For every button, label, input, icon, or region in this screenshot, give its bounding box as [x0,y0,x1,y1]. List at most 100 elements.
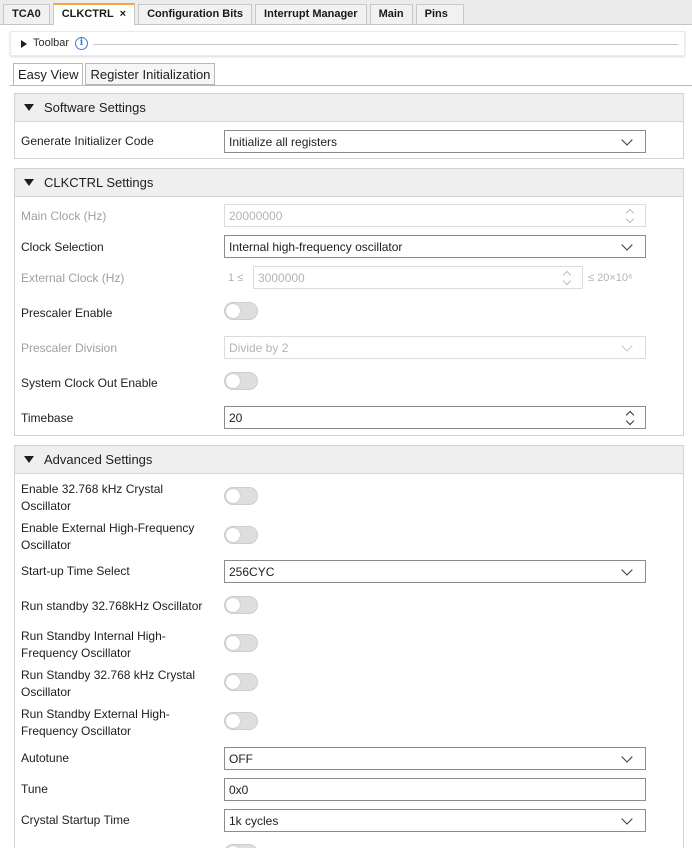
run-standby-int-hf-label: Run Standby Internal High-Frequency Osci… [21,629,166,660]
tune-label: Tune [21,782,48,796]
tab-label: Main [378,8,404,20]
chevron-down-icon [621,751,633,763]
tune-input[interactable]: 0x0 [224,778,646,801]
toggle-knob [226,675,240,689]
select-value: Divide by 2 [229,341,289,355]
editor-tabs: TCA0 CLKCTRL × Configuration Bits Interru… [3,3,467,25]
spinner-down-icon [625,214,635,224]
partial-toggle[interactable] [224,844,258,848]
section-header[interactable]: CLKCTRL Settings [15,169,683,197]
toggle-knob [226,304,240,318]
spinner-down-icon[interactable] [625,416,635,426]
toggle-knob [226,714,240,728]
section-title: CLKCTRL Settings [44,175,154,190]
autotune-select[interactable]: OFF [224,747,646,770]
select-value: Internal high-frequency oscillator [229,240,403,254]
prescaler-enable-label: Prescaler Enable [21,306,113,320]
chevron-down-icon [621,134,633,146]
tab-register-initialization[interactable]: Register Initialization [85,63,216,85]
view-tabs: Easy View Register Initialization [13,63,217,86]
chevron-down-icon [621,340,633,352]
editor-tab-bar: TCA0 CLKCTRL × Configuration Bits Interru… [0,0,692,25]
toggle-knob [226,528,240,542]
select-value: 256CYC [229,565,275,579]
spinner-down-icon [562,276,572,286]
main-clock-label: Main Clock (Hz) [21,209,107,223]
close-icon[interactable]: × [120,8,126,20]
tab-label: Interrupt Manager [264,8,358,20]
run-standby-int-hf-toggle[interactable] [224,634,258,652]
xosc32k-label: Enable 32.768 kHz Crystal Oscillator [21,482,164,513]
section-header[interactable]: Advanced Settings [15,446,683,474]
clkctrl-settings-section: CLKCTRL Settings Main Clock (Hz) 2000000… [14,168,684,436]
toolbar-divider [93,44,678,45]
prescaler-enable-toggle[interactable] [224,302,258,320]
tab-pins[interactable]: Pins [415,4,464,24]
toggle-knob [226,598,240,612]
clock-out-label: System Clock Out Enable [21,376,158,390]
run-standby-ext-hf-toggle[interactable] [224,712,258,730]
select-value: OFF [229,752,253,766]
clock-selection-select[interactable]: Internal high-frequency oscillator [224,235,646,258]
spinner-value: 3000000 [258,271,305,285]
generate-initializer-label: Generate Initializer Code [21,134,154,148]
toggle-knob [226,489,240,503]
xosc32k-toggle[interactable] [224,487,258,505]
chevron-down-icon [621,813,633,825]
crystal-startup-select[interactable]: 1k cycles [224,809,646,832]
software-settings-section: Software Settings Generate Initializer C… [14,93,684,159]
spinner-value: 20000000 [229,209,283,223]
startup-time-select[interactable]: 256CYC [224,560,646,583]
clock-out-toggle[interactable] [224,372,258,390]
tab-label: Pins [424,8,448,20]
tab-interrupt-manager[interactable]: Interrupt Manager [255,4,367,24]
view-tab-baseline [10,85,692,86]
crystal-startup-label: Crystal Startup Time [21,813,130,827]
info-icon[interactable]: i [75,37,88,50]
tab-configuration-bits[interactable]: Configuration Bits [138,4,253,24]
collapse-caret-icon[interactable] [24,456,34,463]
toggle-knob [226,636,240,650]
section-header[interactable]: Software Settings [15,94,683,122]
collapse-caret-icon[interactable] [24,104,34,111]
startup-time-label: Start-up Time Select [21,564,130,578]
main-clock-spinner: 20000000 [224,204,646,227]
prescaler-division-label: Prescaler Division [21,341,118,355]
timebase-spinner[interactable]: 20 [224,406,646,429]
toolbar-label: Toolbar [33,37,70,49]
tab-easy-view[interactable]: Easy View [13,63,84,86]
autotune-label: Autotune [21,751,70,765]
tab-label: CLKCTRL [61,8,114,20]
chevron-down-icon [621,239,633,251]
chevron-down-icon [621,564,633,576]
xosc-hf-toggle[interactable] [224,526,258,544]
tab-label: TCA0 [12,8,41,20]
timebase-label: Timebase [21,411,74,425]
toolbar[interactable]: Toolbar i [10,31,685,56]
tab-label: Configuration Bits [147,8,244,20]
run-standby-32k-toggle[interactable] [224,596,258,614]
section-title: Software Settings [44,100,146,115]
run-standby-32k-crystal-toggle[interactable] [224,673,258,691]
expand-triangle-icon[interactable] [21,40,27,48]
tab-clkctrl[interactable]: CLKCTRL × [52,3,136,25]
generate-initializer-select[interactable]: Initialize all registers [224,130,646,153]
spinner-value: 20 [229,411,243,425]
run-standby-32k-label: Run standby 32.768kHz Oscillator [21,599,203,613]
advanced-settings-section: Advanced Settings Enable 32.768 kHz Crys… [14,445,684,848]
external-clock-label: External Clock (Hz) [21,271,125,285]
external-clock-max: ≤ 20×10⁶ [588,272,633,284]
external-clock-min: 1 ≤ [228,272,244,284]
external-clock-spinner: 3000000 [253,266,583,289]
run-standby-32k-crystal-label: Run Standby 32.768 kHz Crystal Oscillato… [21,668,196,699]
section-title: Advanced Settings [44,452,153,467]
select-value: 1k cycles [229,814,279,828]
toggle-knob [226,374,240,388]
select-value: Initialize all registers [229,135,338,149]
xosc-hf-label: Enable External High-Frequency Oscillato… [21,521,195,552]
tab-tca0[interactable]: TCA0 [3,4,50,24]
clock-selection-label: Clock Selection [21,240,104,254]
run-standby-ext-hf-label: Run Standby External High-Frequency Osci… [21,707,170,738]
collapse-caret-icon[interactable] [24,179,34,186]
tab-main[interactable]: Main [369,4,413,24]
